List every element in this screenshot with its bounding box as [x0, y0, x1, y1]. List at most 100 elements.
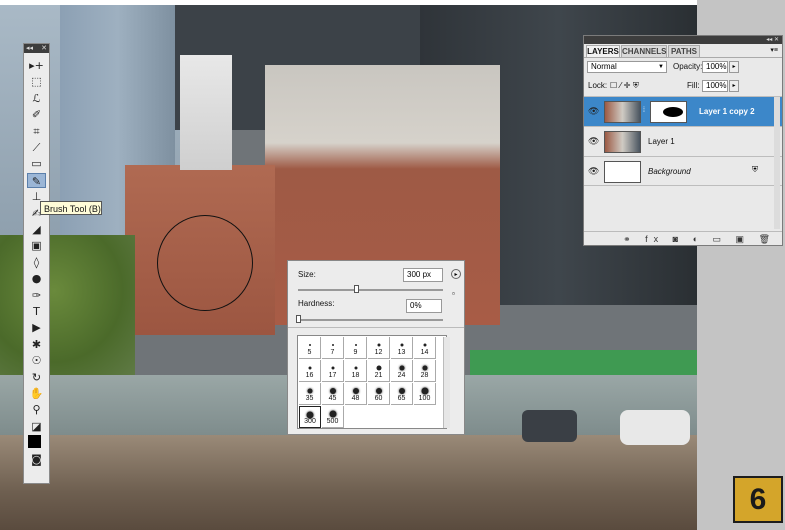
brush-preset-9[interactable]: 9: [345, 337, 367, 359]
brush-size-label: 7: [330, 349, 335, 356]
tab-paths[interactable]: PATHS: [668, 45, 700, 57]
brush-tip-icon: [422, 365, 427, 371]
blend-mode-value: Normal: [591, 62, 617, 71]
shape-tool-icon[interactable]: ✱: [27, 337, 46, 352]
eye-icon[interactable]: 👁: [588, 106, 599, 116]
brush-tip-icon: [423, 343, 426, 347]
size-slider[interactable]: [298, 289, 443, 291]
quick-mask-icon[interactable]: ◙: [27, 452, 46, 467]
layer-row-background[interactable]: 👁 Background ⛨: [584, 156, 782, 186]
hardness-field[interactable]: 0%: [406, 299, 442, 313]
hardness-slider-handle[interactable]: [296, 315, 301, 323]
tab-layers[interactable]: LAYERS: [586, 45, 620, 57]
3d-orbit-tool-icon[interactable]: ↻: [27, 370, 46, 385]
pen-tool-icon[interactable]: ✑: [27, 288, 46, 303]
brush-preset-500[interactable]: 500: [322, 406, 344, 428]
crop-tool-icon[interactable]: ⌗: [27, 124, 46, 139]
brush-size-label: 65: [397, 395, 406, 402]
brush-preset-48[interactable]: 48: [345, 383, 367, 405]
hand-tool-icon[interactable]: ✋: [27, 386, 46, 401]
brush-preset-45[interactable]: 45: [322, 383, 344, 405]
brush-preset-14[interactable]: 14: [414, 337, 436, 359]
brush-tip-icon: [354, 344, 357, 346]
brush-preset-picker: Size: 300 px ▸ ▫ Hardness: 0% 5 7 9 12 13 14 1…: [287, 260, 465, 435]
panel-menu-icon[interactable]: ▾≡: [770, 45, 778, 57]
blur-tool-icon[interactable]: ◊: [27, 255, 46, 270]
brush-tip-icon: [375, 388, 382, 394]
eye-icon[interactable]: 👁: [588, 136, 599, 146]
brush-preset-16[interactable]: 16: [299, 360, 321, 382]
layers-scrollbar[interactable]: [774, 97, 780, 229]
brush-preset-300[interactable]: 300: [299, 406, 321, 428]
new-preset-icon[interactable]: ▫: [452, 289, 455, 298]
brush-tool-icon[interactable]: ✎: [27, 172, 46, 188]
brush-size-label: 60: [374, 395, 383, 402]
brush-preset-21[interactable]: 21: [368, 360, 390, 382]
path-selection-tool-icon[interactable]: ▶: [27, 320, 46, 335]
layers-panel: ◂◂ ✕ LAYERS CHANNELS PATHS ▾≡ Normal ▼ O…: [583, 35, 783, 246]
opacity-label: Opacity:: [673, 62, 703, 71]
gradient-tool-icon[interactable]: ▣: [27, 238, 46, 253]
brush-preset-12[interactable]: 12: [368, 337, 390, 359]
brush-preset-7[interactable]: 7: [322, 337, 344, 359]
zoom-tool-icon[interactable]: ⚲: [27, 402, 46, 417]
brush-preset-17[interactable]: 17: [322, 360, 344, 382]
brush-tip-icon: [331, 344, 334, 346]
lock-icons[interactable]: ☐ ⁄ ✛ ⛨: [610, 80, 639, 92]
opacity-arrow-icon[interactable]: ▸: [729, 61, 739, 73]
fill-arrow-icon[interactable]: ▸: [729, 80, 739, 92]
brush-preset-13[interactable]: 13: [391, 337, 413, 359]
dodge-tool-icon[interactable]: ●: [27, 271, 46, 286]
brush-preset-100[interactable]: 100: [414, 383, 436, 405]
size-field[interactable]: 300 px: [403, 268, 443, 282]
close-icon[interactable]: ✕: [41, 44, 47, 53]
opacity-field[interactable]: 100%: [702, 61, 728, 73]
brush-tip-icon: [307, 388, 312, 394]
brush-preset-28[interactable]: 28: [414, 360, 436, 382]
brush-preset-5[interactable]: 5: [299, 337, 321, 359]
brush-preset-35[interactable]: 35: [299, 383, 321, 405]
brush-size-label: 5: [307, 349, 312, 356]
tab-channels[interactable]: CHANNELS: [621, 45, 667, 57]
layer-thumbnail: [604, 131, 641, 153]
brush-preset-65[interactable]: 65: [391, 383, 413, 405]
move-tool-icon[interactable]: ▸+: [27, 58, 46, 73]
brush-size-label: 17: [328, 372, 337, 379]
size-slider-handle[interactable]: [354, 285, 359, 293]
brush-preset-18[interactable]: 18: [345, 360, 367, 382]
fill-field[interactable]: 100%: [702, 80, 728, 92]
brush-preset-24[interactable]: 24: [391, 360, 413, 382]
type-tool-icon[interactable]: T: [27, 304, 46, 319]
brush-tip-icon: [308, 366, 311, 370]
layer-row-layer-1[interactable]: 👁 Layer 1: [584, 126, 782, 156]
brush-tip-icon: [377, 343, 380, 347]
collapse-icon[interactable]: ◂◂: [26, 44, 33, 53]
brush-preset-60[interactable]: 60: [368, 383, 390, 405]
layer-row-layer-1-copy-2[interactable]: 👁 ⁞ Layer 1 copy 2: [584, 96, 782, 126]
picker-menu-icon[interactable]: ▸: [451, 269, 461, 279]
hardness-slider[interactable]: [298, 319, 443, 321]
blend-mode-select[interactable]: Normal ▼: [587, 61, 667, 73]
default-colors-icon[interactable]: ◪: [27, 419, 46, 434]
layers-panel-header[interactable]: ◂◂ ✕: [584, 36, 782, 44]
brush-size-label: 24: [397, 372, 406, 379]
eyedropper-tool-icon[interactable]: ⟋: [27, 140, 46, 155]
marquee-tool-icon[interactable]: ⬚: [27, 74, 46, 89]
brush-size-label: 14: [420, 349, 429, 356]
eye-icon[interactable]: 👁: [588, 166, 599, 176]
chevron-down-icon: ▼: [658, 64, 664, 70]
tools-panel-header[interactable]: ◂◂ ✕: [24, 44, 49, 53]
layer-mask-thumbnail[interactable]: [650, 101, 687, 123]
spot-healing-tool-icon[interactable]: ▭: [27, 156, 46, 171]
quick-selection-tool-icon[interactable]: ✐: [27, 107, 46, 122]
foreground-color-swatch[interactable]: [28, 435, 41, 449]
eraser-tool-icon[interactable]: ◢: [27, 222, 46, 237]
photo-steeple: [180, 55, 232, 170]
3d-rotate-tool-icon[interactable]: ☉: [27, 353, 46, 368]
brush-tip-icon: [329, 410, 336, 418]
lasso-tool-icon[interactable]: ℒ: [27, 91, 46, 106]
brush-tip-icon: [376, 365, 381, 371]
tool-tooltip: Brush Tool (B): [40, 201, 102, 215]
layers-footer-icons[interactable]: ⚭ fx ◙ ◐ ▭ ▣ 🗑: [584, 231, 782, 245]
preset-scrollbar[interactable]: [443, 337, 450, 428]
